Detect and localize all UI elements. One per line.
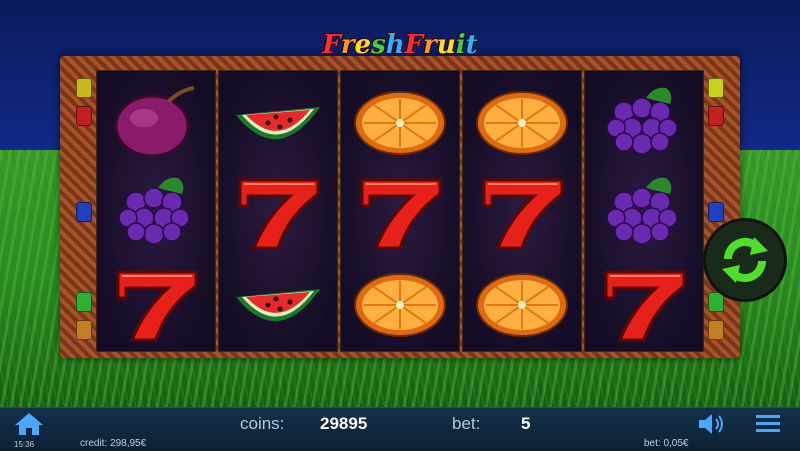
seven-symbol [589, 259, 699, 349]
seven-symbol [345, 167, 455, 257]
coins-label: coins: [240, 414, 285, 433]
plum-symbol [101, 77, 211, 167]
payline-marker [76, 202, 92, 222]
bet-amount: bet: 0,05€ [644, 438, 689, 449]
reel-4 [462, 70, 582, 352]
reel-5 [584, 70, 704, 352]
payline-marker [708, 106, 724, 126]
payline-marker [708, 78, 724, 98]
reel-1 [96, 70, 216, 352]
orange-symbol [345, 259, 455, 349]
game-logo: Fresh Fruit [300, 30, 500, 64]
payline-marker [708, 320, 724, 340]
sound-button[interactable] [696, 411, 726, 437]
spin-button[interactable] [703, 218, 787, 302]
home-button[interactable] [12, 411, 46, 437]
payline-marker [76, 292, 92, 312]
reel-3 [340, 70, 460, 352]
seven-symbol [101, 259, 211, 349]
credit-amount: credit: 298,95€ [80, 438, 147, 449]
bet-label: bet: [452, 414, 481, 433]
grapes-symbol [589, 77, 699, 167]
grapes-symbol [589, 167, 699, 257]
payline-marker [76, 106, 92, 126]
coins-value: 29895 [320, 414, 368, 433]
game-title: Fresh Fruit [322, 30, 478, 60]
home-icon [15, 413, 43, 435]
payline-marker [76, 320, 92, 340]
bet-value[interactable]: 5 [521, 414, 530, 434]
grapes-symbol [101, 167, 211, 257]
seven-symbol [467, 167, 577, 257]
reel-frame [60, 56, 740, 358]
bottom-bar: coins: 29895 bet: 5 15:36 credit: 298,95… [0, 407, 800, 451]
orange-symbol [345, 77, 455, 167]
watermelon-symbol [223, 259, 333, 349]
hamburger-menu-icon [756, 415, 780, 432]
speaker-icon [699, 414, 723, 434]
reel-2 [218, 70, 338, 352]
orange-symbol [467, 259, 577, 349]
seven-symbol [223, 167, 333, 257]
watermelon-symbol [223, 77, 333, 167]
clock-time: 15:36 [14, 440, 35, 449]
menu-button[interactable] [753, 411, 783, 437]
payline-marker [708, 202, 724, 222]
orange-symbol [467, 77, 577, 167]
spin-refresh-icon [722, 237, 768, 283]
payline-marker [76, 78, 92, 98]
